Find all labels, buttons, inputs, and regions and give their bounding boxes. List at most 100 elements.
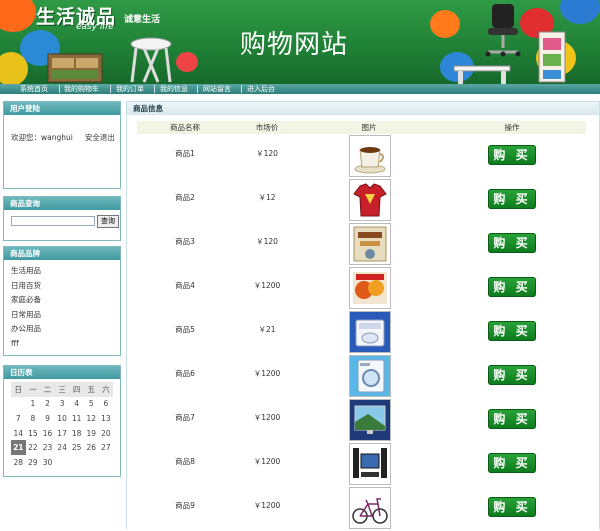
calendar-day[interactable]: 3 [55,397,70,412]
calendar-day[interactable]: 5 [84,397,99,412]
category-panel: 商品品牌 生活用品 日用百货 家庭必备 日常用品 办公用品 fff [3,246,121,356]
category-item[interactable]: 日常用品 [11,308,41,323]
product-name[interactable]: 商品7 [155,412,215,423]
calendar-day[interactable]: 10 [55,411,70,426]
product-name[interactable]: 商品3 [155,236,215,247]
calendar-day[interactable]: 16 [40,426,55,441]
calendar-day[interactable]: 7 [11,411,26,426]
calendar-day[interactable]: 4 [69,397,84,412]
product-image[interactable] [349,311,391,353]
buy-button[interactable]: 购 买 [488,233,536,253]
calendar-day[interactable]: 28 [11,455,26,470]
calendar-panel: 日历表 日 一 二 三 四 五 六 1 2 3 4 5 6 7 8 9 10 1… [3,365,121,477]
calendar-day[interactable]: 12 [84,411,99,426]
product-name[interactable]: 商品6 [155,368,215,379]
product-image[interactable] [349,487,391,529]
buy-button[interactable]: 购 买 [488,409,536,429]
calendar-day[interactable]: 29 [26,455,41,470]
calendar-day[interactable]: 22 [26,440,41,455]
category-item[interactable]: 生活用品 [11,264,41,279]
product-image[interactable] [349,223,391,265]
calendar-week: 21 22 23 24 25 26 27 [11,440,113,455]
product-name[interactable]: 商品4 [155,280,215,291]
product-row: 商品3 ￥120 购 买 [127,223,599,267]
category-item[interactable]: 办公用品 [11,322,41,337]
home-theater-icon [353,448,387,478]
product-row: 商品8 ￥1200 购 买 [127,443,599,487]
category-item[interactable]: fff [11,337,41,352]
calendar-day[interactable]: 20 [99,426,114,441]
category-item[interactable]: 日用百货 [11,279,41,294]
weekday-label: 三 [54,382,70,397]
calendar-day[interactable]: 15 [26,426,41,441]
category-item[interactable]: 家庭必备 [11,293,41,308]
calendar-day[interactable]: 17 [55,426,70,441]
calendar-grid: 日 一 二 三 四 五 六 1 2 3 4 5 6 7 8 9 10 11 12… [11,382,114,470]
buy-button[interactable]: 购 买 [488,321,536,341]
calendar-day[interactable]: 19 [84,426,99,441]
calendar-day[interactable]: 14 [11,426,26,441]
buy-button[interactable]: 购 买 [488,189,536,209]
product-name[interactable]: 商品8 [155,456,215,467]
search-button[interactable]: 查询 [97,215,119,228]
nav-cart[interactable]: 我的购物车 [64,84,99,94]
product-image[interactable] [349,135,391,177]
buy-button[interactable]: 购 买 [488,277,536,297]
product-name[interactable]: 商品2 [155,192,215,203]
calendar-day [84,455,99,470]
search-input[interactable] [11,216,95,226]
calendar-day[interactable]: 13 [99,411,114,426]
calendar-day[interactable]: 9 [40,411,55,426]
login-panel-title: 用户登陆 [4,102,120,115]
calendar-day[interactable]: 11 [69,411,84,426]
calendar-day[interactable]: 6 [99,397,114,412]
desk-icon [453,65,511,84]
nav-messages[interactable]: 网站留言 [203,84,231,94]
calendar-week: 28 29 30 [11,455,113,470]
login-status: 欢迎您：wanghui 安全退出 [11,132,127,143]
nav-home[interactable]: 系统首页 [20,84,48,94]
orange-splash [0,0,36,32]
nav-orders[interactable]: 我的订单 [116,84,144,94]
nav-separator [197,85,198,93]
cabinet-icon [47,53,103,83]
product-name[interactable]: 商品9 [155,500,215,511]
calendar-day[interactable]: 18 [69,426,84,441]
calendar-day[interactable]: 2 [40,397,55,412]
washing-machine-icon [350,312,390,352]
product-image[interactable] [349,399,391,441]
shelf-icon [538,31,566,83]
product-image[interactable] [349,355,391,397]
calendar-day[interactable]: 25 [69,440,84,455]
calendar-day[interactable]: 8 [26,411,41,426]
nav-admin[interactable]: 进入后台 [247,84,275,94]
product-image[interactable] [349,179,391,221]
search-panel-title: 商品查询 [4,197,120,210]
calendar-day[interactable]: 26 [84,440,99,455]
nav-separator [59,85,60,93]
book-cover-icon [353,226,387,262]
calendar-day[interactable]: 24 [55,440,70,455]
calendar-day[interactable]: 1 [26,397,41,412]
calendar-week: 7 8 9 10 11 12 13 [11,411,113,426]
buy-button[interactable]: 购 买 [488,453,536,473]
nav-separator [110,85,111,93]
product-row: 商品5 ￥21 购 买 [127,311,599,355]
logout-link[interactable]: 安全退出 [85,133,115,142]
calendar-day[interactable]: 23 [40,440,55,455]
calendar-panel-title: 日历表 [4,366,120,379]
product-image[interactable] [349,267,391,309]
product-name[interactable]: 商品5 [155,324,215,335]
weekday-label: 六 [98,382,114,397]
product-panel-title: 商品信息 [127,102,599,115]
buy-button[interactable]: 购 买 [488,497,536,517]
calendar-day-today[interactable]: 21 [11,440,26,455]
nav-profile[interactable]: 我的信息 [160,84,188,94]
buy-button[interactable]: 购 买 [488,145,536,165]
product-price: ￥120 [256,237,278,246]
calendar-day[interactable]: 27 [99,440,114,455]
product-image[interactable] [349,443,391,485]
product-name[interactable]: 商品1 [155,148,215,159]
buy-button[interactable]: 购 买 [488,365,536,385]
calendar-day[interactable]: 30 [40,455,55,470]
